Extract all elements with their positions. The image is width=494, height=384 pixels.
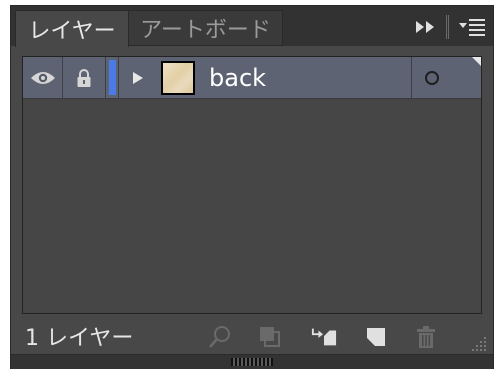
expand-toggle[interactable] — [123, 57, 153, 98]
selection-indicator — [472, 57, 481, 66]
target-circle-icon — [425, 70, 439, 85]
layer-thumbnail — [161, 61, 195, 95]
panel-tab-bar: レイヤー アートボード — [11, 6, 493, 47]
tab-tools-divider — [446, 15, 449, 39]
layers-panel: レイヤー アートボード back 1 レイヤー — [10, 5, 494, 369]
layer-count: 1 レイヤー — [25, 326, 134, 351]
target-button[interactable] — [412, 57, 452, 98]
layer-list: back — [22, 56, 482, 314]
lock-toggle[interactable] — [63, 57, 106, 98]
panel-bottom-strip — [11, 354, 493, 369]
search-icon[interactable] — [207, 324, 233, 350]
new-layer-icon[interactable] — [363, 324, 389, 350]
lock-icon — [77, 68, 91, 87]
trash-icon[interactable] — [413, 324, 439, 350]
thumbnail-image — [163, 63, 193, 93]
panel-menu-icon[interactable] — [459, 16, 485, 38]
tab-layers[interactable]: レイヤー — [15, 10, 129, 47]
tab-artboards[interactable]: アートボード — [129, 10, 283, 46]
disclosure-triangle-icon — [133, 71, 143, 84]
drag-handle[interactable] — [231, 358, 273, 366]
eye-icon — [30, 71, 55, 84]
layer-name[interactable]: back — [209, 57, 266, 98]
double-chevron-right-icon[interactable] — [414, 16, 436, 38]
visibility-toggle[interactable] — [23, 57, 63, 98]
row-divider — [118, 57, 119, 98]
layer-color-bar — [109, 60, 116, 95]
clipping-mask-icon[interactable] — [257, 324, 283, 350]
resize-grip-icon[interactable] — [471, 336, 487, 352]
tab-tools — [414, 12, 493, 42]
layer-row[interactable]: back — [23, 57, 481, 99]
new-sublayer-icon[interactable] — [311, 324, 337, 350]
panel-footer: 1 レイヤー — [11, 318, 493, 354]
